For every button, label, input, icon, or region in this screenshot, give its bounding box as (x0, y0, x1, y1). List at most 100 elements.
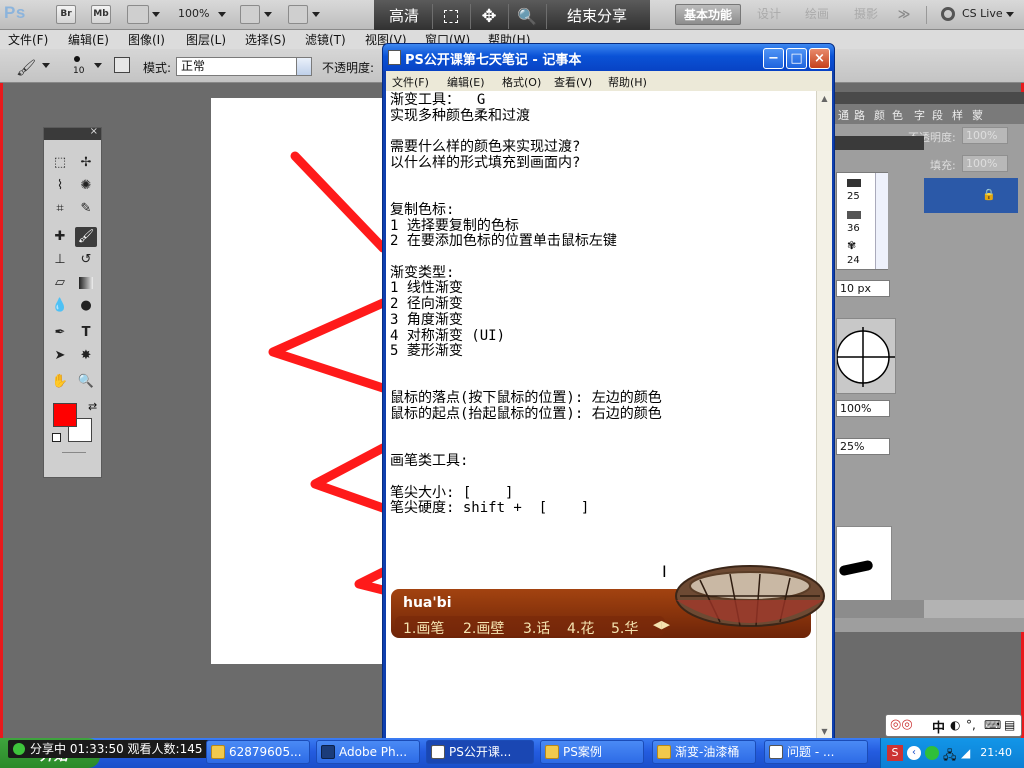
chevron-down-icon[interactable] (218, 12, 226, 17)
notepad-menu-format[interactable]: 格式(O) (502, 74, 541, 90)
quality-button[interactable]: 高清 (378, 0, 430, 33)
chevron-down-icon[interactable] (296, 58, 311, 75)
menu-file[interactable]: 文件(F) (8, 31, 48, 48)
clone-stamp-tool-icon[interactable]: ⊥ (49, 250, 71, 270)
healing-brush-tool-icon[interactable]: ✚ (49, 227, 71, 247)
taskbar-item-notepad[interactable]: PS公开课... (426, 740, 534, 764)
path-selection-tool-icon[interactable]: ➤ (49, 346, 71, 366)
green-app-icon[interactable] (925, 746, 939, 760)
chevron-down-icon[interactable] (152, 12, 160, 17)
layer-fill-field[interactable]: 100% (962, 155, 1008, 172)
punctuation-icon[interactable]: °, (966, 718, 976, 732)
lasso-tool-icon[interactable]: ⌇ (49, 176, 71, 196)
tab-paragraph[interactable]: 段 (932, 107, 943, 123)
taskbar-item[interactable]: 问题 - ... (764, 740, 868, 764)
end-share-button[interactable]: 结束分享 (550, 0, 644, 33)
hand-tool-icon[interactable]: ✋ (49, 372, 71, 392)
more-workspaces-button[interactable]: ≫ (893, 4, 915, 25)
chevron-down-icon[interactable] (312, 12, 320, 17)
workspace-photography[interactable]: 摄影 (849, 4, 883, 25)
network-icon[interactable]: 🖧 (943, 746, 956, 767)
tab-character[interactable]: 字 (914, 107, 925, 123)
volume-icon[interactable]: ◢ (961, 746, 970, 760)
cs-live-label[interactable]: CS Live (962, 7, 1003, 20)
brush-size-field[interactable]: 10 px (836, 280, 890, 297)
brush-angle-preview[interactable] (836, 318, 896, 394)
blur-tool-icon[interactable]: 💧 (49, 296, 71, 316)
gradient-tool-icon[interactable] (75, 273, 97, 293)
brush-tip-icon[interactable] (74, 56, 80, 62)
marquee-tool-icon[interactable]: ⬚ (49, 153, 71, 173)
tab-swatches[interactable]: 颜 (874, 107, 885, 123)
notepad-menu-view[interactable]: 查看(V) (554, 74, 592, 90)
ime-candidate[interactable]: 5.华 (611, 618, 638, 638)
document-canvas[interactable] (211, 98, 383, 664)
ime-candidate[interactable]: 1.画笔 (403, 618, 444, 638)
notepad-menu-edit[interactable]: 编辑(E) (447, 74, 485, 90)
type-tool-icon[interactable]: T (75, 323, 97, 343)
screen-mode-button[interactable] (288, 5, 308, 24)
chevron-down-icon[interactable] (94, 63, 102, 68)
notepad-menu-help[interactable]: 帮助(H) (608, 74, 647, 90)
move-icon[interactable]: ✥ (472, 0, 506, 33)
taskbar-item-folder[interactable]: 渐变-油漆桶 (652, 740, 756, 764)
notepad-vertical-scrollbar[interactable]: ▲ ▼ (816, 91, 832, 739)
tab-styles[interactable]: 样 (952, 107, 963, 123)
view-extras-button[interactable] (127, 5, 149, 24)
preset-scrollbar[interactable] (875, 173, 888, 269)
arrange-documents-button[interactable] (240, 5, 260, 24)
dodge-tool-icon[interactable]: ● (75, 296, 97, 316)
notepad-text-area[interactable]: 渐变工具： G 实现多种颜色柔和过渡 需要什么样的颜色来实现过渡? 以什么样的形式填充… (386, 91, 816, 739)
scroll-down-icon[interactable]: ▼ (817, 724, 832, 739)
sogou-ime-icon[interactable]: S (887, 745, 903, 761)
menu-layer[interactable]: 图层(L) (186, 31, 226, 48)
ime-candidate[interactable]: 3.话 (523, 618, 550, 638)
tab-channels[interactable]: 通 (838, 107, 849, 123)
magic-wand-tool-icon[interactable]: ✺ (75, 176, 97, 196)
ime-menu-icon[interactable]: ▤ (1004, 718, 1015, 732)
spacing-field[interactable]: 25% (836, 438, 890, 455)
eyedropper-tool-icon[interactable]: ✎ (75, 199, 97, 219)
notepad-title-bar[interactable]: PS公开课第七天笔记 - 记事本 − □ × (383, 44, 834, 71)
chevron-down-icon[interactable] (1006, 12, 1014, 17)
brush-panel-toggle-icon[interactable] (114, 57, 130, 73)
minimize-button[interactable]: − (763, 48, 784, 69)
taskbar-item-photoshop[interactable]: Adobe Ph... (316, 740, 420, 764)
maximize-button[interactable]: □ (786, 48, 807, 69)
move-tool-icon[interactable]: ✢ (75, 153, 97, 173)
custom-shape-tool-icon[interactable]: ✸ (75, 346, 97, 366)
tab-color[interactable]: 色 (892, 107, 903, 123)
close-button[interactable]: × (809, 48, 830, 69)
chevron-down-icon[interactable] (42, 63, 50, 68)
layer-row-selected[interactable]: 🔒 (924, 178, 1018, 213)
swap-colors-icon[interactable]: ⇄ (88, 400, 97, 413)
menu-select[interactable]: 选择(S) (245, 31, 286, 48)
ime-candidate[interactable]: 4.花 (567, 618, 594, 638)
taskbar-item[interactable]: 62879605... (206, 740, 310, 764)
hardness-field[interactable]: 100% (836, 400, 890, 417)
ime-candidate[interactable]: 2.画壁 (463, 618, 504, 638)
back-arrow-icon[interactable]: ‹ (907, 746, 921, 760)
tools-panel-header[interactable]: × (44, 126, 101, 140)
default-colors-icon[interactable] (52, 433, 61, 442)
blend-mode-select[interactable]: 正常 (176, 57, 312, 76)
workspace-essentials[interactable]: 基本功能 (675, 4, 741, 25)
mini-bridge-button[interactable]: Mb (91, 5, 111, 24)
zoom-tool-icon[interactable]: 🔍 (75, 372, 97, 392)
brush-presets-list[interactable]: 25 36 ✾ 24 (836, 172, 888, 270)
brush-tool-icon[interactable]: 🖌 (75, 227, 97, 247)
history-brush-tool-icon[interactable]: ↺ (75, 250, 97, 270)
chevron-down-icon[interactable] (264, 12, 272, 17)
pen-tool-icon[interactable]: ✒ (49, 323, 71, 343)
half-width-icon[interactable]: ◐ (950, 718, 960, 732)
scroll-up-icon[interactable]: ▲ (817, 91, 832, 106)
select-region-icon[interactable] (434, 0, 468, 33)
bridge-button[interactable]: Br (56, 5, 76, 24)
tab-paths[interactable]: 路 (854, 107, 865, 123)
crop-tool-icon[interactable]: ⌗ (49, 199, 71, 219)
menu-edit[interactable]: 编辑(E) (68, 31, 109, 48)
taskbar-item-folder[interactable]: PS案例 (540, 740, 644, 764)
eraser-tool-icon[interactable]: ▱ (49, 273, 71, 293)
workspace-painting[interactable]: 绘画 (800, 4, 834, 25)
menu-filter[interactable]: 滤镜(T) (305, 31, 346, 48)
